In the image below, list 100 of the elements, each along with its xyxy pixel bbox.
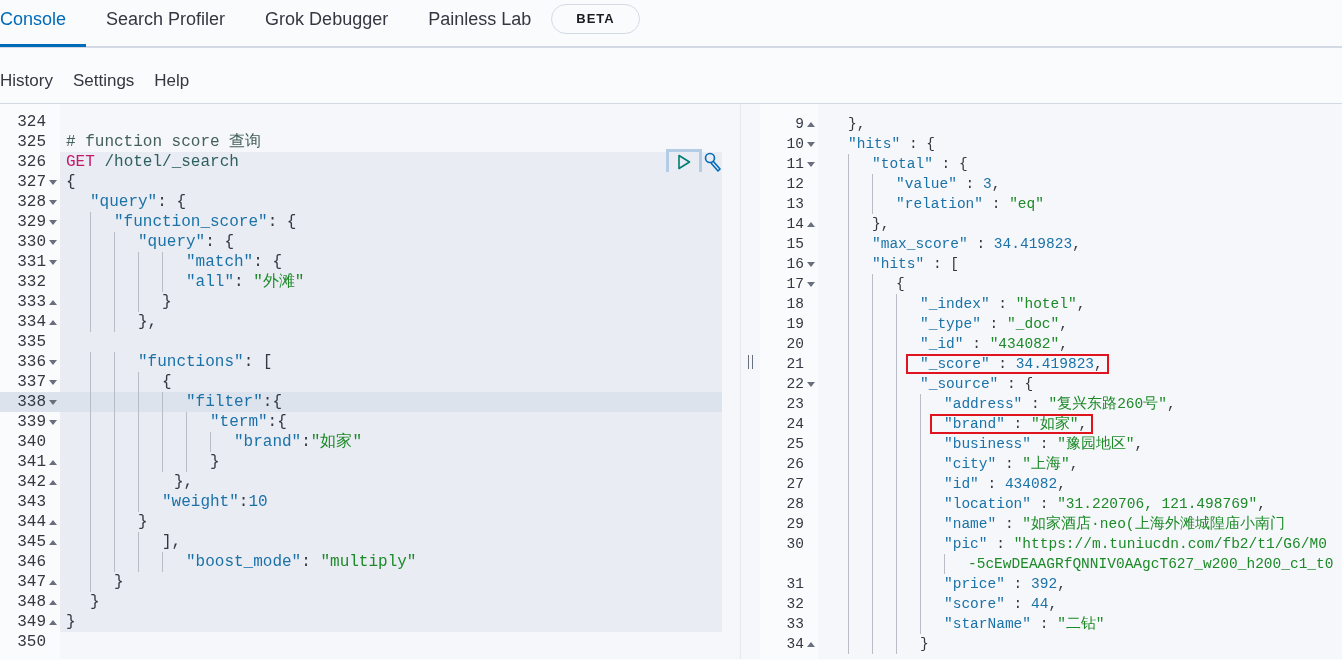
fold-icon[interactable]: [49, 219, 57, 225]
tab[interactable]: Painless Lab: [408, 0, 552, 47]
tab[interactable]: Search Profiler: [86, 0, 246, 47]
code-line: "function_score": {: [114, 212, 297, 232]
line-number: 344: [17, 512, 46, 532]
line-number: 327: [17, 172, 46, 192]
line-number: 343: [17, 492, 46, 512]
fold-icon[interactable]: [807, 161, 815, 167]
line-number: 328: [17, 192, 46, 212]
code-line: }: [66, 612, 76, 632]
fold-icon[interactable]: [49, 619, 57, 625]
fold-icon[interactable]: [49, 199, 57, 205]
code-comment: # function score 查询: [66, 132, 262, 152]
line-number: 12: [786, 175, 804, 194]
line-number: 324: [17, 112, 46, 132]
code-line: }: [138, 512, 148, 532]
line-number: 333: [17, 292, 46, 312]
line-number: 342: [17, 472, 46, 492]
fold-icon[interactable]: [49, 179, 57, 185]
code-line: "pic" : "https://m.tuniucdn.com/fb2/t1/G6/M0: [944, 535, 1327, 554]
line-number: 338: [17, 392, 46, 412]
code-line: }: [210, 452, 220, 472]
code-line: "filter":{: [186, 392, 282, 412]
code-line: "query": {: [90, 192, 187, 212]
line-number: 335: [17, 332, 46, 352]
code-line: "location" : "31.220706, 121.498769",: [944, 495, 1266, 514]
line-number: 29: [786, 515, 804, 534]
code-line: "starName" : "二钻": [944, 615, 1105, 634]
fold-icon[interactable]: [49, 539, 57, 545]
fold-icon[interactable]: [49, 519, 57, 525]
play-button[interactable]: [666, 149, 702, 175]
line-number: 350: [17, 632, 46, 652]
fold-icon[interactable]: [807, 261, 815, 267]
fold-icon[interactable]: [49, 239, 57, 245]
line-number: 340: [17, 432, 46, 452]
code-line: "brand":"如家": [234, 432, 363, 452]
line-number: 347: [17, 572, 46, 592]
line-number: 9: [795, 115, 804, 134]
code-line: "weight":10: [162, 492, 268, 512]
line-number: 21: [786, 355, 804, 374]
code-line: }: [114, 572, 124, 592]
line-number: 345: [17, 532, 46, 552]
code-line: },: [174, 472, 194, 492]
code-line: -5cEwDEAAGRfQNNIV0AAgcT627_w200_h200_c1_t0: [968, 555, 1334, 574]
line-number: 337: [17, 372, 46, 392]
code-line: "_source" : {: [920, 375, 1034, 394]
fold-icon[interactable]: [807, 281, 815, 287]
tab[interactable]: Console: [0, 0, 87, 47]
fold-icon[interactable]: [49, 599, 57, 605]
line-number: 329: [17, 212, 46, 232]
code-line: GET /hotel/_search: [66, 152, 239, 172]
line-number: 23: [786, 395, 804, 414]
line-number: 11: [786, 155, 804, 174]
code-line: "city" : "上海",: [944, 454, 1079, 474]
fold-icon[interactable]: [49, 299, 57, 305]
fold-icon[interactable]: [807, 641, 815, 647]
line-number: 334: [17, 312, 46, 332]
code-line: "all": "外滩": [186, 272, 305, 292]
line-number: 28: [786, 495, 804, 514]
fold-icon[interactable]: [49, 259, 57, 265]
fold-icon[interactable]: [49, 479, 57, 485]
code-line: "hits" : {: [848, 135, 936, 154]
line-number: 24: [786, 415, 804, 434]
fold-icon[interactable]: [49, 419, 57, 425]
fold-icon[interactable]: [49, 359, 57, 365]
fold-icon[interactable]: [807, 221, 815, 227]
fold-icon[interactable]: [49, 399, 57, 405]
code-line: }: [920, 635, 929, 654]
menu-link[interactable]: Settings: [72, 68, 135, 103]
code-line: "max_score" : 34.419823,: [872, 235, 1081, 254]
fold-icon[interactable]: [49, 319, 57, 325]
code-line: "total" : {: [872, 155, 968, 174]
code-line: "id" : 434082,: [944, 475, 1066, 494]
fold-icon[interactable]: [807, 141, 815, 147]
line-number: 346: [17, 552, 46, 572]
code-line: "boost_mode": "multiply": [186, 552, 417, 572]
code-line: "match": {: [186, 252, 283, 272]
code-line: "term":{: [210, 412, 287, 432]
fold-icon[interactable]: [807, 121, 815, 127]
line-number: 26: [786, 455, 804, 474]
code-line: "name" : "如家酒店·neo(上海外滩城隍庙小南门: [944, 514, 1285, 534]
code-line: ],: [162, 532, 182, 552]
fold-icon[interactable]: [49, 579, 57, 585]
line-number: 341: [17, 452, 46, 472]
line-number: 25: [786, 435, 804, 454]
code-line: },: [872, 215, 890, 234]
code-line: }: [162, 292, 172, 312]
tab[interactable]: Grok Debugger: [245, 0, 409, 47]
line-number: 17: [786, 275, 804, 294]
fold-icon[interactable]: [49, 379, 57, 385]
line-number: 331: [17, 252, 46, 272]
menu-link[interactable]: History: [0, 68, 53, 103]
line-number: 31: [786, 575, 804, 594]
resize-handle[interactable]: [748, 354, 753, 369]
line-number: 14: [786, 215, 804, 234]
line-number: 13: [786, 195, 804, 214]
fold-icon[interactable]: [49, 459, 57, 465]
code-line: "_id" : "434082",: [920, 335, 1068, 354]
menu-link[interactable]: Help: [154, 68, 190, 103]
fold-icon[interactable]: [807, 381, 815, 387]
